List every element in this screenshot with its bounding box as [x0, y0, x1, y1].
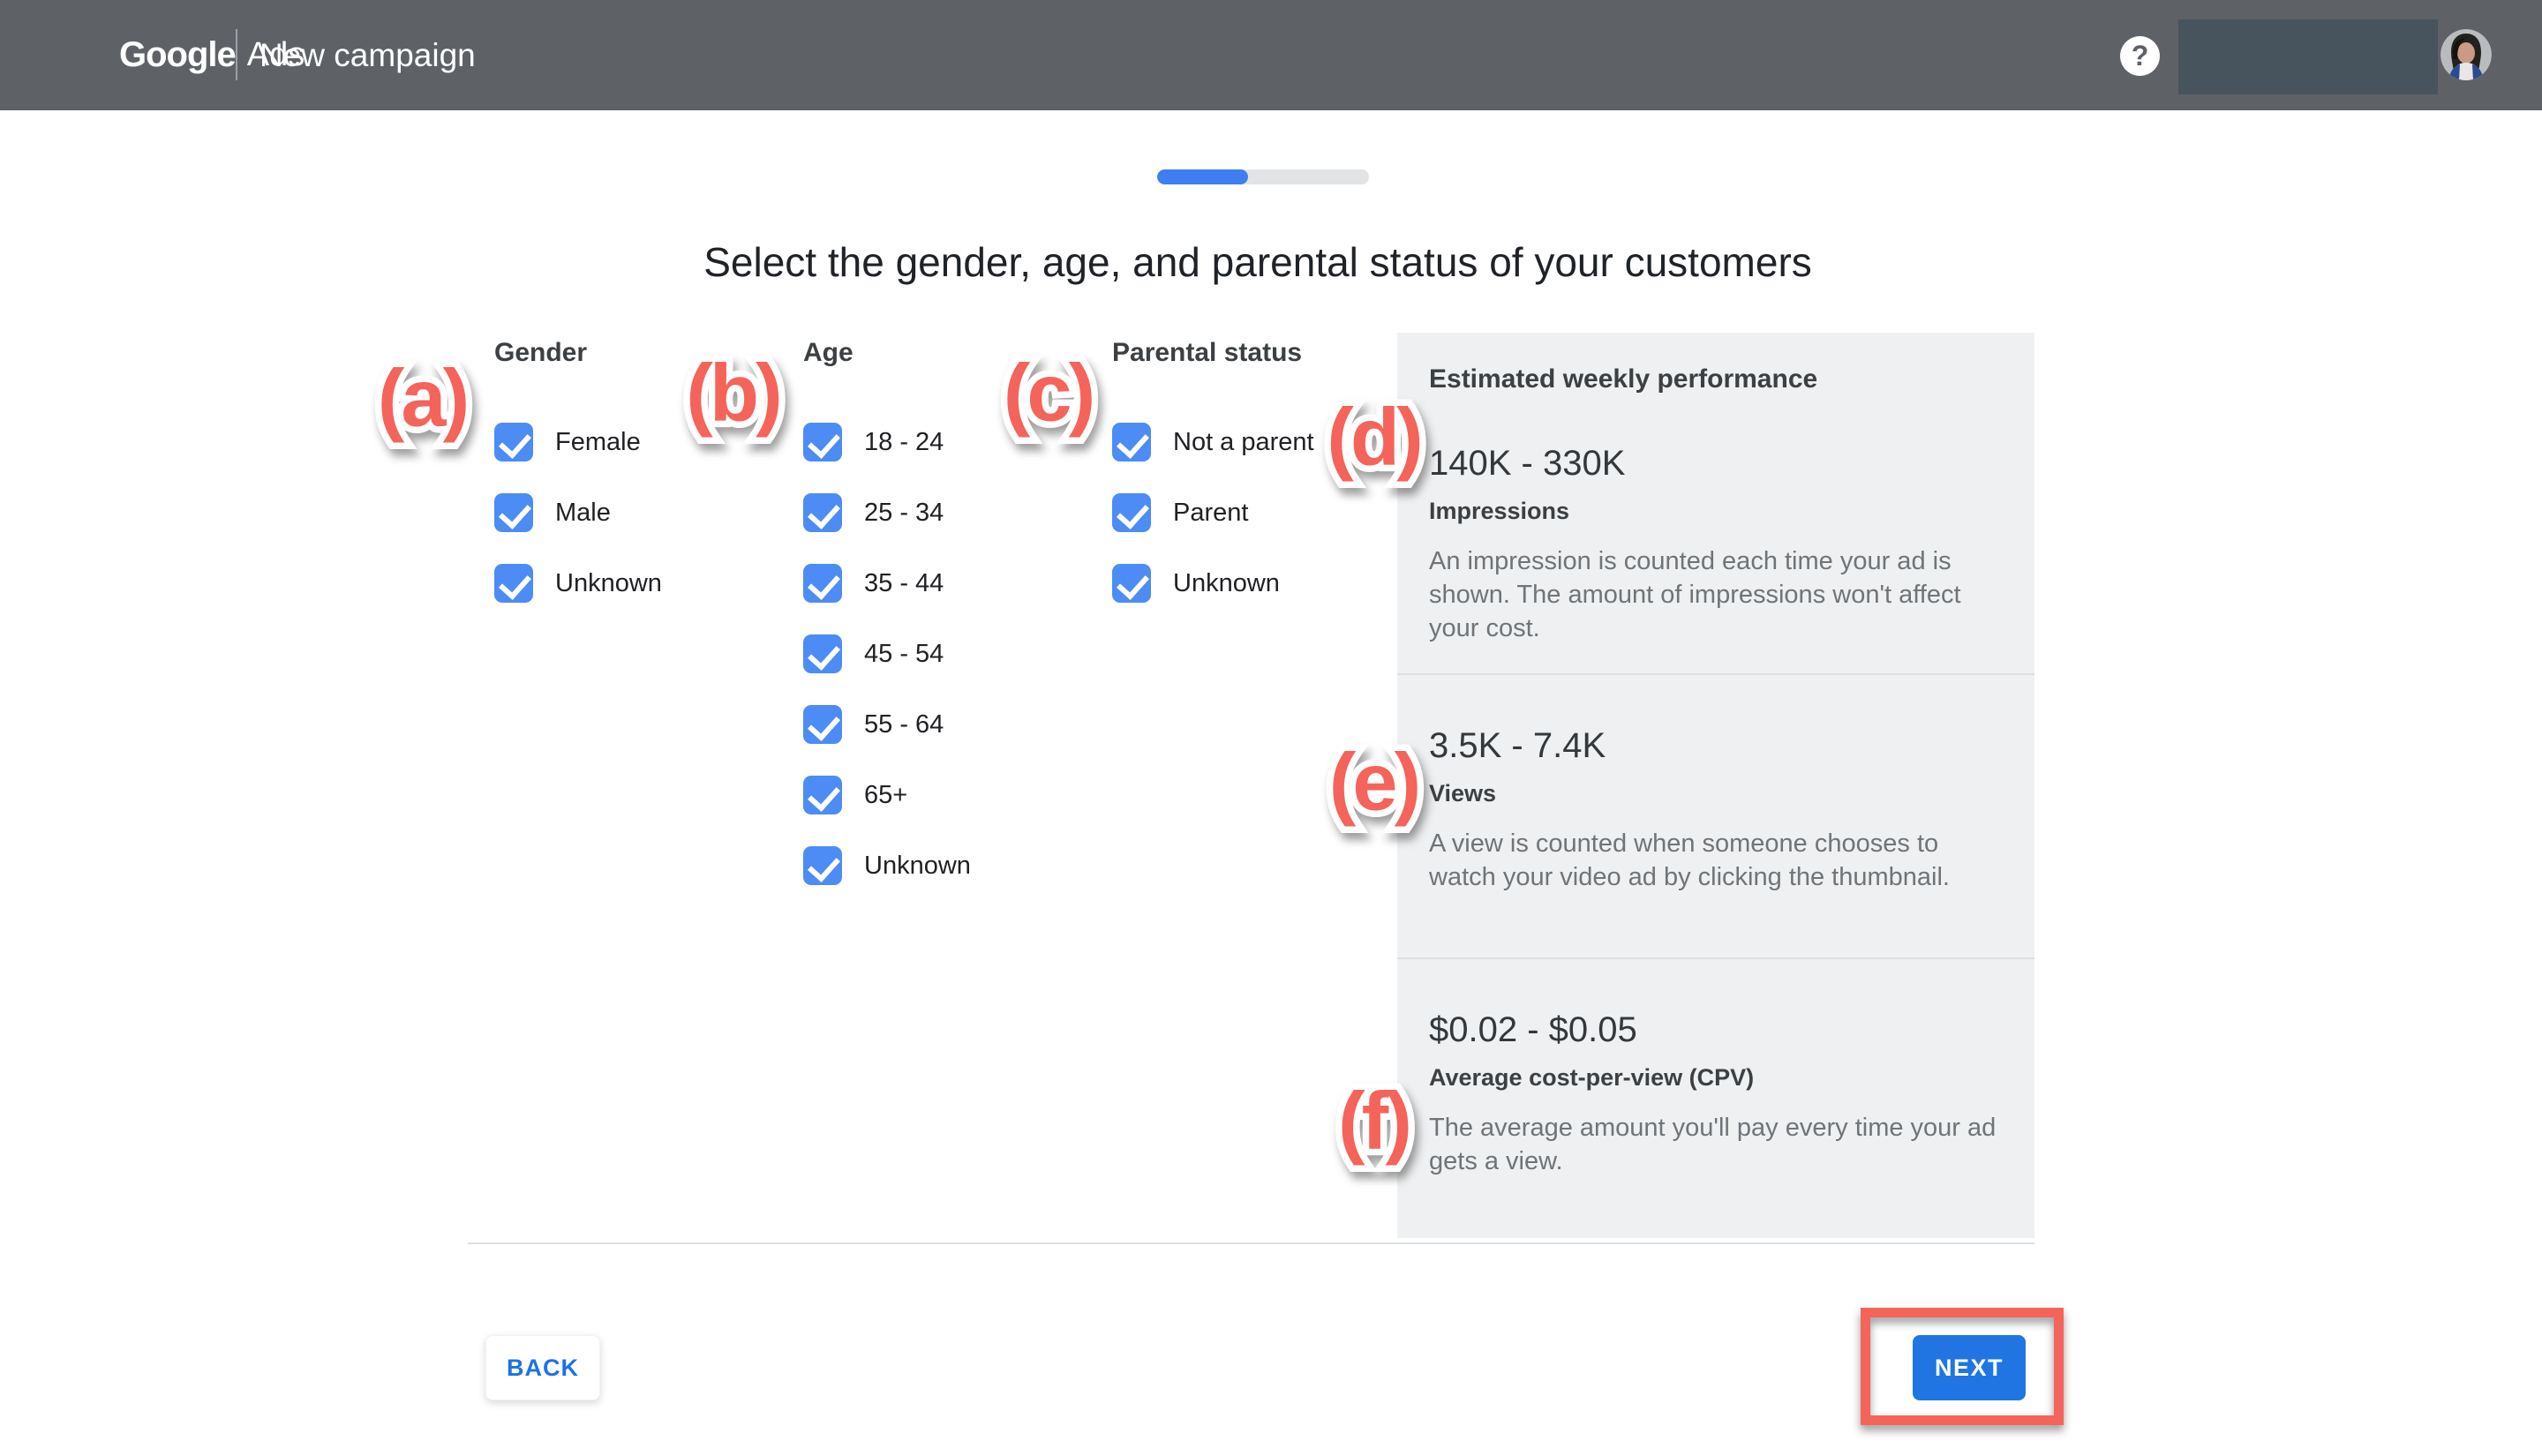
checkbox-parental-parent[interactable]: Parent	[1112, 493, 1314, 532]
checkbox-age-55-64[interactable]: 55 - 64	[803, 705, 971, 744]
checked-checkbox-icon	[803, 423, 842, 462]
checked-checkbox-icon	[1112, 493, 1151, 532]
gender-group-label: Gender	[494, 338, 662, 368]
question-mark-glyph: ?	[2132, 40, 2149, 72]
impressions-description: An impression is counted each time your …	[1429, 544, 2003, 645]
content-footer-divider	[468, 1242, 2034, 1244]
checked-checkbox-icon	[803, 493, 842, 532]
age-group: Age 18 - 24 25 - 34 35 - 44 45 - 54 55 -…	[803, 338, 971, 917]
next-button[interactable]: NEXT	[1913, 1335, 2026, 1400]
performance-panel-title: Estimated weekly performance	[1429, 333, 2003, 394]
checked-checkbox-icon	[494, 493, 533, 532]
cpv-description: The average amount you'll pay every time…	[1429, 1111, 2003, 1178]
checkbox-gender-male[interactable]: Male	[494, 493, 662, 532]
views-section: 3.5K - 7.4K Views A view is counted when…	[1397, 675, 2034, 959]
annotation-marker-c: (c)	[1004, 348, 1092, 440]
google-ads-new-campaign-screen: Google Ads New campaign ? Select the gen…	[0, 0, 2542, 1456]
performance-panel: Estimated weekly performance 140K - 330K…	[1397, 333, 2034, 1238]
checked-checkbox-icon	[1112, 564, 1151, 603]
checkbox-age-65-plus[interactable]: 65+	[803, 776, 971, 814]
checkbox-gender-female[interactable]: Female	[494, 423, 662, 462]
progress-fill	[1157, 169, 1248, 184]
redacted-account-block	[2178, 19, 2438, 94]
checkbox-age-45-54[interactable]: 45 - 54	[803, 634, 971, 673]
age-group-label: Age	[803, 338, 971, 368]
checkbox-parental-not-a-parent[interactable]: Not a parent	[1112, 423, 1314, 462]
annotation-marker-b: (b)	[686, 348, 778, 440]
impressions-label: Impressions	[1429, 498, 2003, 525]
checked-checkbox-icon	[1112, 423, 1151, 462]
views-value: 3.5K - 7.4K	[1429, 675, 2003, 766]
checked-checkbox-icon	[803, 564, 842, 603]
page-heading: Select the gender, age, and parental sta…	[481, 238, 2034, 286]
parental-status-options: Not a parent Parent Unknown	[1112, 423, 1314, 603]
checkbox-age-35-44[interactable]: 35 - 44	[803, 564, 971, 603]
checkbox-age-18-24[interactable]: 18 - 24	[803, 423, 971, 462]
checkbox-age-25-34[interactable]: 25 - 34	[803, 493, 971, 532]
views-description: A view is counted when someone chooses t…	[1429, 827, 2003, 894]
header-page-title: New campaign	[259, 0, 476, 110]
back-button[interactable]: BACK	[485, 1335, 600, 1400]
checked-checkbox-icon	[803, 846, 842, 885]
impressions-value: 140K - 330K	[1429, 444, 2003, 484]
checked-checkbox-icon	[494, 423, 533, 462]
checked-checkbox-icon	[803, 705, 842, 744]
help-icon[interactable]: ?	[2120, 36, 2160, 76]
annotation-marker-a: (a)	[378, 353, 466, 446]
checkbox-gender-unknown[interactable]: Unknown	[494, 564, 662, 603]
parental-status-group: Parental status Not a parent Parent Unkn…	[1112, 338, 1314, 634]
checked-checkbox-icon	[803, 776, 842, 814]
cpv-value: $0.02 - $0.05	[1429, 959, 2003, 1050]
views-label: Views	[1429, 780, 2003, 807]
parental-status-group-label: Parental status	[1112, 338, 1314, 368]
gender-group: Gender Female Male Unknown	[494, 338, 662, 634]
impressions-section: Estimated weekly performance 140K - 330K…	[1397, 333, 2034, 675]
progress-bar	[1157, 169, 1369, 184]
avatar-image	[2440, 29, 2492, 80]
age-options: 18 - 24 25 - 34 35 - 44 45 - 54 55 - 64 …	[803, 423, 971, 885]
cpv-label: Average cost-per-view (CPV)	[1429, 1064, 2003, 1092]
app-header: Google Ads New campaign ?	[0, 0, 2542, 110]
checkbox-parental-unknown[interactable]: Unknown	[1112, 564, 1314, 603]
checked-checkbox-icon	[803, 634, 842, 673]
user-avatar[interactable]	[2440, 29, 2492, 80]
header-divider	[236, 29, 237, 80]
gender-options: Female Male Unknown	[494, 423, 662, 603]
checkbox-age-unknown[interactable]: Unknown	[803, 846, 971, 885]
cpv-section: $0.02 - $0.05 Average cost-per-view (CPV…	[1397, 959, 2034, 1238]
logo-google-text: Google	[119, 35, 236, 75]
checked-checkbox-icon	[494, 564, 533, 603]
